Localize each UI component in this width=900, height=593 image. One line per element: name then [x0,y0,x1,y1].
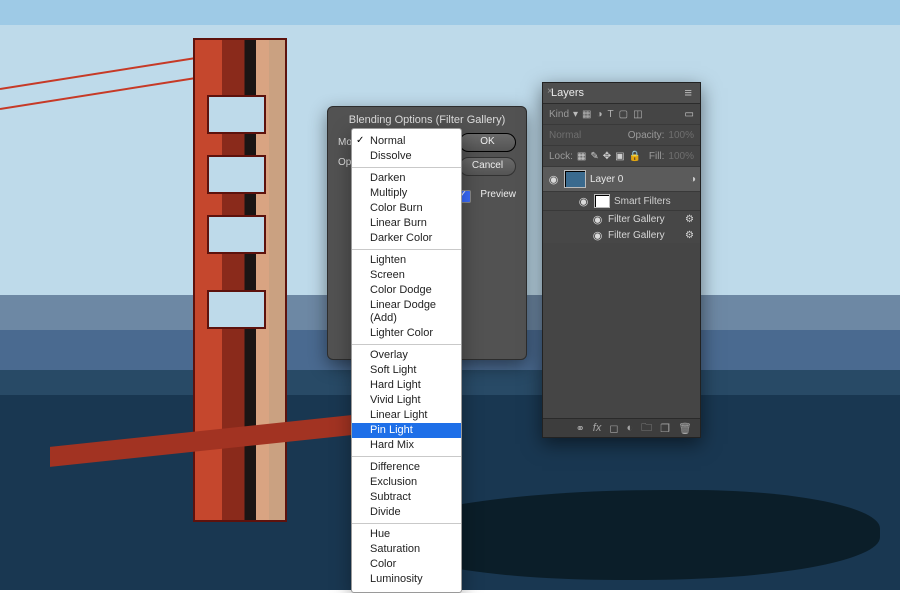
blend-mode-option[interactable]: Normal [352,134,461,149]
layer-style-icon[interactable]: fx [593,422,602,434]
fill-value[interactable]: 100% [668,151,694,162]
lock-pixels-icon[interactable]: ✎ [590,151,598,162]
kind-filter-icons: ▦ ◑ T ▢ ◫ [582,109,643,120]
tower-window [207,155,266,194]
filter-kind-row: Kind ▾ ▦ ◑ T ▢ ◫ ▭ [543,104,700,125]
blend-mode-option[interactable]: Soft Light [352,363,461,378]
filter-mask-thumbnail[interactable] [594,194,610,208]
layers-tab[interactable]: Layers ≡ [543,83,700,104]
ok-button[interactable]: OK [459,133,516,152]
blend-mode-option[interactable]: Multiply [352,186,461,201]
new-layer-icon[interactable]: ❐ [660,422,670,435]
blend-mode-option[interactable]: Screen [352,268,461,283]
blend-mode-option[interactable]: Hard Mix [352,438,461,453]
visibility-eye-icon[interactable]: ◉ [591,213,604,226]
tower-window [207,95,266,134]
blend-mode-option[interactable]: Linear Light [352,408,461,423]
blend-mode-option[interactable]: Hue [352,527,461,542]
blend-mode-option[interactable]: Overlay [352,348,461,363]
blend-mode-option[interactable]: Lighten [352,253,461,268]
lock-position-icon[interactable]: ✥ [603,151,611,162]
tower-window [207,215,266,254]
filter-name: Filter Gallery [608,214,665,225]
blend-mode-option[interactable]: Darker Color [352,231,461,246]
preview-label: Preview [480,189,516,200]
lock-artboard-icon[interactable]: ▣ [615,151,624,162]
blend-mode-option[interactable]: Pin Light [352,423,461,438]
blend-mode-option[interactable]: Hard Light [352,378,461,393]
blend-opacity-row: Normal Opacity: 100% [543,125,700,146]
smart-filter-item[interactable]: ◉ Filter Gallery ⚙ [543,211,700,227]
visibility-eye-icon[interactable]: ◉ [591,229,604,242]
layer-blend-mode[interactable]: Normal [549,130,581,141]
blend-mode-option[interactable]: Darken [352,171,461,186]
layer-row[interactable]: ◉ Layer 0 ◑ [543,167,700,192]
blend-mode-option[interactable]: Divide [352,505,461,520]
close-icon[interactable]: × [547,86,553,97]
new-group-icon[interactable]: 🗀 [641,419,652,438]
lock-transparent-icon[interactable]: ▦ [577,151,586,162]
layers-footer: ⚭ fx ◻ ◐ 🗀 ❐ 🗑 [543,418,700,437]
blend-mode-option[interactable]: Linear Dodge (Add) [352,298,461,326]
layers-panel: × Layers ≡ Kind ▾ ▦ ◑ T ▢ ◫ ▭ Normal Opa… [542,82,701,438]
blend-mode-option[interactable]: Saturation [352,542,461,557]
smartobject-layer-icon[interactable]: ◫ [633,109,642,120]
lock-fill-row: Lock: ▦ ✎ ✥ ▣ 🔒 Fill: 100% [543,146,700,167]
filter-name: Filter Gallery [608,230,665,241]
layer-name[interactable]: Layer 0 [590,174,686,185]
blend-mode-option[interactable]: Color Dodge [352,283,461,298]
visibility-eye-icon[interactable]: ◉ [577,195,590,208]
fill-label: Fill: [649,151,665,162]
filter-toggle-switch[interactable]: ▭ [685,109,694,120]
pixel-layer-icon[interactable]: ▦ [582,109,591,120]
visibility-eye-icon[interactable]: ◉ [547,173,560,186]
blend-mode-option[interactable]: Color Burn [352,201,461,216]
blend-mode-option[interactable]: Exclusion [352,475,461,490]
layers-tab-label: Layers [551,83,584,103]
blend-mode-option[interactable]: Lighter Color [352,326,461,341]
smart-object-badge-icon[interactable]: ◑ [690,174,696,185]
tower-window [207,290,266,329]
blend-mode-option[interactable]: Vivid Light [352,393,461,408]
panel-menu-icon[interactable]: ≡ [684,83,692,103]
smart-filters-header[interactable]: ◉ Smart Filters [543,192,700,211]
cancel-button[interactable]: Cancel [459,157,516,176]
kind-dropdown-icon[interactable]: ▾ [573,109,578,120]
blend-mode-option[interactable]: Dissolve [352,149,461,164]
delete-layer-icon[interactable]: 🗑 [678,422,692,435]
blend-mode-option[interactable]: Linear Burn [352,216,461,231]
new-adjustment-icon[interactable]: ◐ [627,422,634,434]
link-layers-icon[interactable]: ⚭ [576,422,585,435]
kind-label: Kind [549,109,569,120]
smart-filters-label: Smart Filters [614,196,671,207]
smart-filter-item[interactable]: ◉ Filter Gallery ⚙ [543,227,700,243]
blend-mode-option[interactable]: Subtract [352,490,461,505]
blend-mode-option[interactable]: Color [352,557,461,572]
lock-label: Lock: [549,151,573,162]
layer-thumbnail[interactable] [564,170,586,188]
add-mask-icon[interactable]: ◻ [609,422,618,435]
blend-mode-option[interactable]: Luminosity [352,572,461,587]
blend-mode-menu[interactable]: NormalDissolveDarkenMultiplyColor BurnLi… [351,128,462,593]
shape-layer-icon[interactable]: ▢ [619,109,628,120]
opacity-label: Opacity: [628,130,665,141]
filter-options-icon[interactable]: ⚙ [685,230,694,241]
opacity-value[interactable]: 100% [668,130,694,141]
type-layer-icon[interactable]: T [608,109,614,120]
filter-options-icon[interactable]: ⚙ [685,214,694,225]
lock-all-icon[interactable]: 🔒 [629,151,641,162]
blend-mode-option[interactable]: Difference [352,460,461,475]
adjustment-layer-icon[interactable]: ◑ [597,109,603,120]
